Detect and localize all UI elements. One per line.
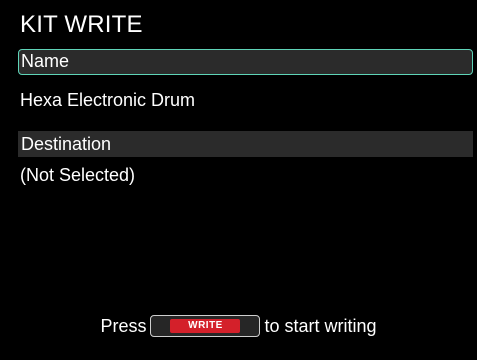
screen-title: KIT WRITE [20, 11, 143, 38]
write-button[interactable]: WRITE [150, 315, 261, 337]
kit-write-screen: KIT WRITE Name Hexa Electronic Drum Dest… [0, 0, 477, 360]
kit-name-value: Hexa Electronic Drum [20, 90, 196, 110]
instruction-suffix: to start writing [264, 315, 377, 336]
destination-value: (Not Selected) [20, 165, 136, 185]
destination-section-header[interactable]: Destination [18, 131, 473, 157]
write-button-label: WRITE [170, 319, 241, 333]
name-section-header[interactable]: Name [18, 49, 473, 75]
write-instruction: Press WRITE to start writing [0, 312, 477, 340]
instruction-prefix: Press [100, 315, 147, 336]
